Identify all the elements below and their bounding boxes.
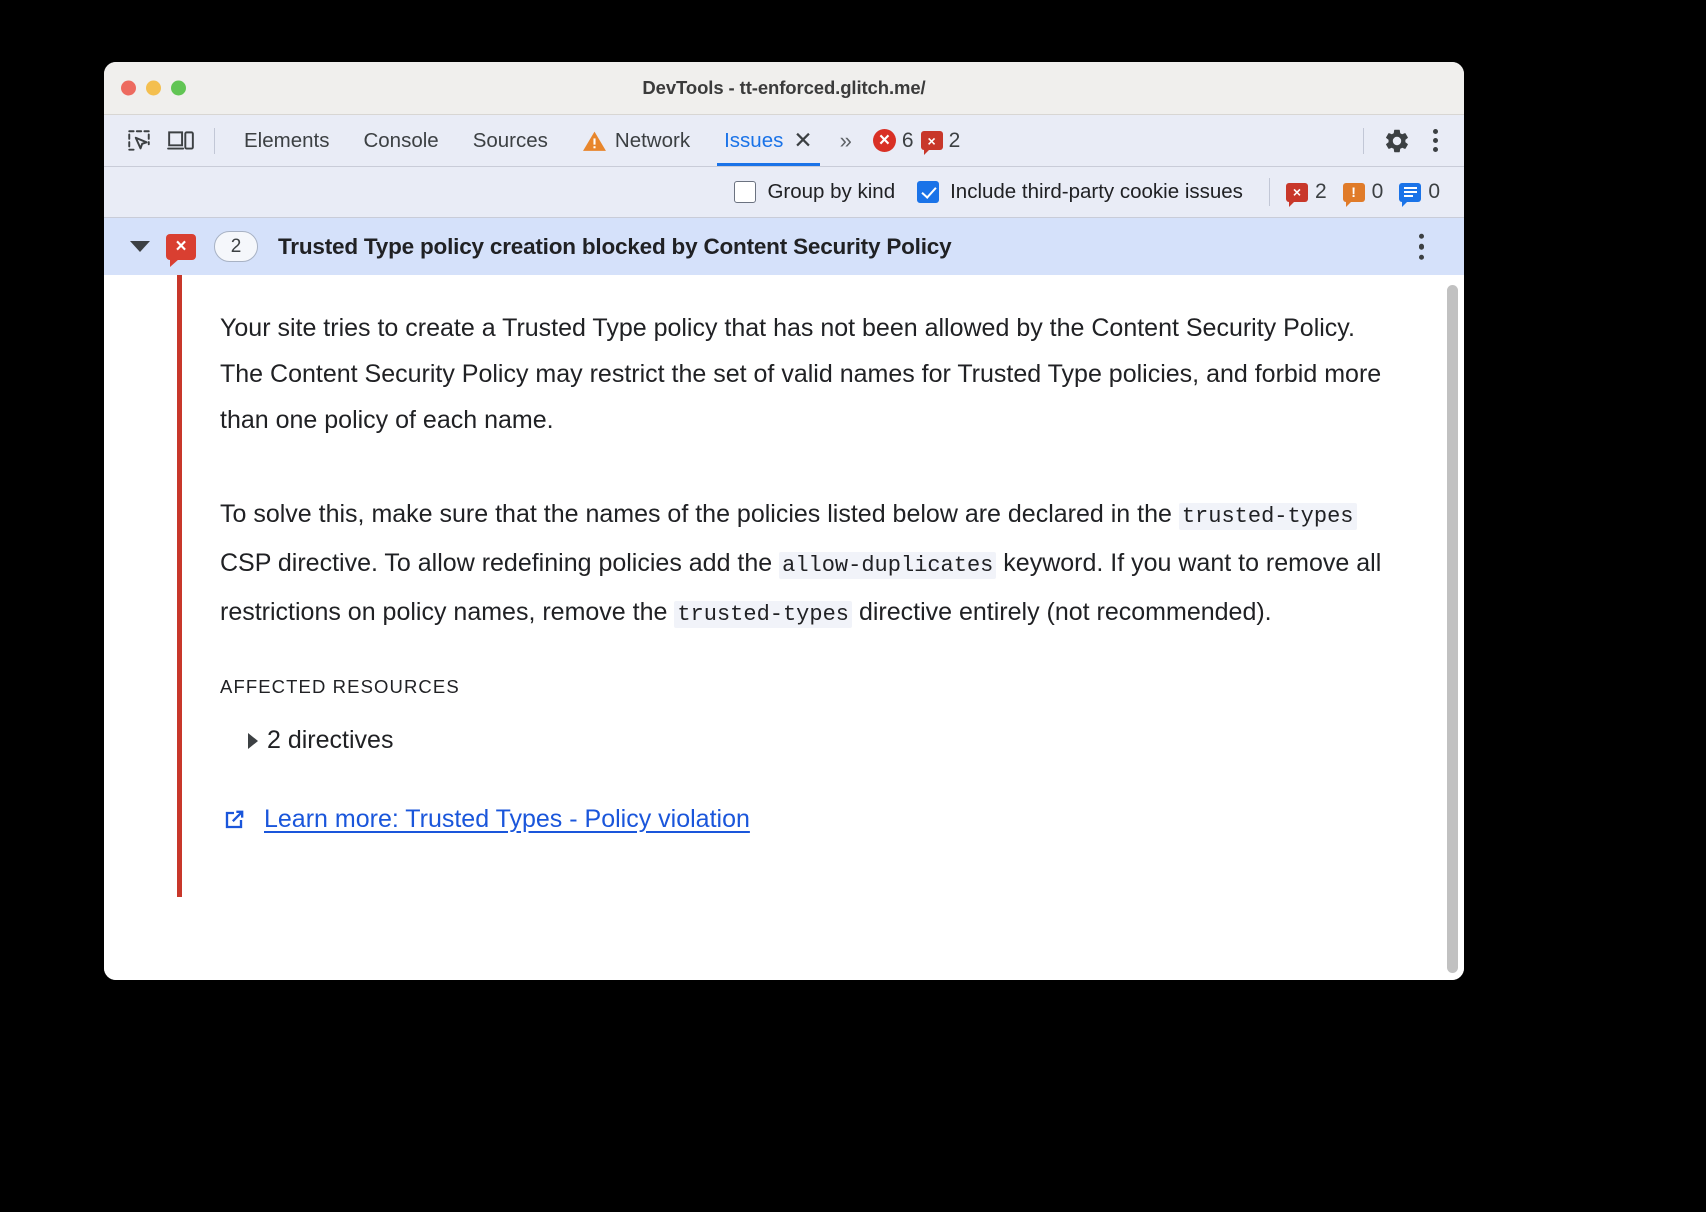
window-titlebar: DevTools - tt-enforced.glitch.me/: [104, 62, 1464, 115]
page-warning-count[interactable]: ! 0: [1342, 180, 1384, 207]
issues-scrollbar-track[interactable]: [1444, 279, 1460, 976]
issue-counter[interactable]: × 2: [920, 128, 961, 155]
filterbar-divider: [1268, 178, 1270, 206]
issues-scrollbar-thumb[interactable]: [1447, 285, 1458, 973]
code-trusted-types-1: trusted-types: [1178, 503, 1357, 530]
group-by-kind-label: Group by kind: [767, 180, 896, 203]
warning-bubble-icon: !: [1342, 182, 1365, 207]
learn-more-row[interactable]: Learn more: Trusted Types - Policy viola…: [220, 805, 1394, 834]
error-counter-value: 6: [901, 128, 914, 152]
tab-network[interactable]: Network: [565, 115, 707, 166]
page-error-count[interactable]: × 2: [1285, 180, 1327, 207]
checkbox-unchecked-icon: [734, 181, 757, 203]
maximize-window-button[interactable]: [171, 80, 186, 96]
tab-elements[interactable]: Elements: [227, 115, 346, 166]
affected-resources-heading: AFFECTED RESOURCES: [220, 676, 460, 697]
page-info-count-value: 0: [1428, 180, 1440, 203]
tab-elements-label: Elements: [244, 128, 330, 152]
minimize-window-button[interactable]: [146, 80, 161, 96]
p2-text-2: CSP directive. To allow redefining polic…: [220, 549, 780, 577]
error-counter[interactable]: 6: [872, 128, 914, 153]
checkbox-checked-icon: [917, 181, 940, 203]
tabbar-right-controls: [1351, 122, 1452, 160]
more-tabs-icon[interactable]: »: [830, 128, 859, 154]
issues-filter-toolbar: Group by kind Include third-party cookie…: [104, 167, 1464, 218]
p2-text-4: directive entirely (not recommended).: [852, 598, 1272, 626]
issue-occurrence-count: 2: [214, 231, 258, 262]
tab-issues-label: Issues: [724, 128, 784, 152]
filterbar-counts: × 2 ! 0 0: [1285, 180, 1450, 207]
external-link-icon: [220, 806, 248, 834]
info-bubble-icon: [1399, 182, 1422, 207]
issue-accent-rail: [177, 275, 182, 897]
issue-body-content: Your site tries to create a Trusted Type…: [104, 275, 1464, 834]
page-error-count-value: 2: [1314, 180, 1327, 203]
issue-body: Your site tries to create a Trusted Type…: [104, 275, 1464, 980]
p2-text-1: To solve this, make sure that the names …: [220, 500, 1179, 528]
warning-triangle-icon: [582, 130, 607, 152]
include-third-party-label: Include third-party cookie issues: [950, 180, 1243, 203]
issue-menu-icon[interactable]: [1418, 233, 1424, 260]
page-error-bubble-icon: ×: [1285, 182, 1308, 207]
issue-description-paragraph-1: Your site tries to create a Trusted Type…: [220, 314, 1382, 434]
tab-console[interactable]: Console: [346, 115, 455, 166]
tab-console-label: Console: [363, 128, 439, 152]
close-icon[interactable]: ✕: [793, 129, 812, 152]
affected-resource-row[interactable]: 2 directives: [220, 726, 1394, 755]
issues-panel: × 2 Trusted Type policy creation blocked…: [104, 218, 1464, 980]
issue-title: Trusted Type policy creation blocked by …: [278, 233, 952, 259]
traffic-lights: [121, 80, 186, 96]
issue-severity-icon: ×: [166, 233, 196, 267]
tab-sources-label: Sources: [472, 128, 548, 152]
affected-resource-label: 2 directives: [267, 726, 394, 754]
tab-network-label: Network: [614, 128, 691, 152]
issue-header-row[interactable]: × 2 Trusted Type policy creation blocked…: [104, 218, 1464, 275]
tab-sources[interactable]: Sources: [456, 115, 565, 166]
error-circle-icon: [872, 129, 896, 152]
gear-icon[interactable]: [1376, 122, 1418, 160]
kebab-menu-icon[interactable]: [1418, 122, 1452, 160]
window-title: DevTools - tt-enforced.glitch.me/: [642, 77, 926, 98]
group-by-kind-checkbox[interactable]: Group by kind: [734, 180, 895, 204]
issue-severity-glyph: ×: [175, 236, 187, 257]
chevron-right-icon[interactable]: [248, 732, 258, 749]
issue-description-paragraph-2: To solve this, make sure that the names …: [220, 491, 1394, 638]
tab-list: Elements Console Sources Network Issues …: [227, 115, 830, 166]
toolbar-divider-2: [1363, 127, 1364, 154]
tabbar-counters: 6 × 2: [872, 128, 961, 155]
page-info-count[interactable]: 0: [1399, 180, 1440, 207]
page-warning-count-value: 0: [1371, 180, 1384, 203]
tab-issues[interactable]: Issues ✕: [707, 115, 830, 166]
code-allow-duplicates: allow-duplicates: [779, 552, 997, 579]
close-window-button[interactable]: [121, 80, 136, 96]
inspect-element-icon[interactable]: [118, 122, 160, 160]
device-toolbar-icon[interactable]: [160, 122, 202, 160]
issue-bubble-icon: ×: [920, 131, 943, 155]
code-trusted-types-2: trusted-types: [674, 601, 852, 628]
toolbar-divider: [214, 127, 215, 154]
issue-counter-value: 2: [948, 128, 961, 152]
devtools-tabbar: Elements Console Sources Network Issues …: [104, 115, 1464, 167]
devtools-window: DevTools - tt-enforced.glitch.me/ Elemen…: [104, 62, 1464, 980]
chevron-down-icon[interactable]: [130, 241, 150, 252]
learn-more-link[interactable]: Learn more: Trusted Types - Policy viola…: [264, 805, 750, 834]
include-third-party-cookie-issues-checkbox[interactable]: Include third-party cookie issues: [917, 180, 1243, 204]
